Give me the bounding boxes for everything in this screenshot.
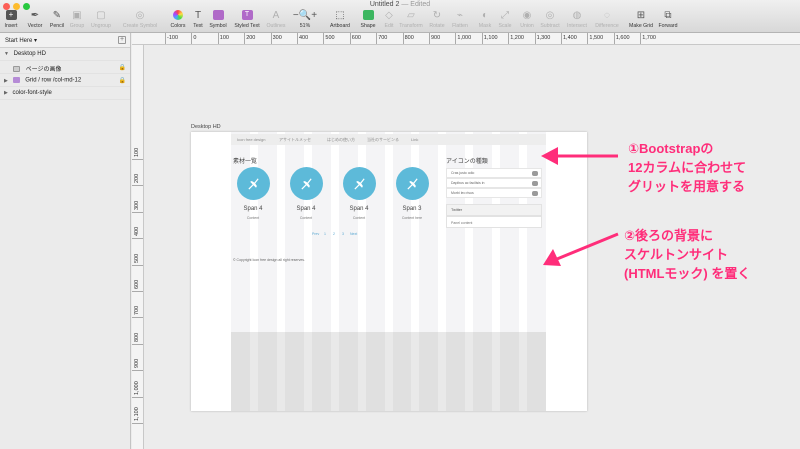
annotation-text: ①Bootstrapの 12カラムに合わせて グリットを用意する (628, 141, 747, 194)
annotation-text: ②後ろの背景に スケルトンサイト (HTMLモック) を置く (624, 228, 751, 281)
arrow-to-background (543, 232, 619, 266)
annotation-arrows (541, 147, 619, 266)
arrow-to-grid (541, 147, 618, 165)
